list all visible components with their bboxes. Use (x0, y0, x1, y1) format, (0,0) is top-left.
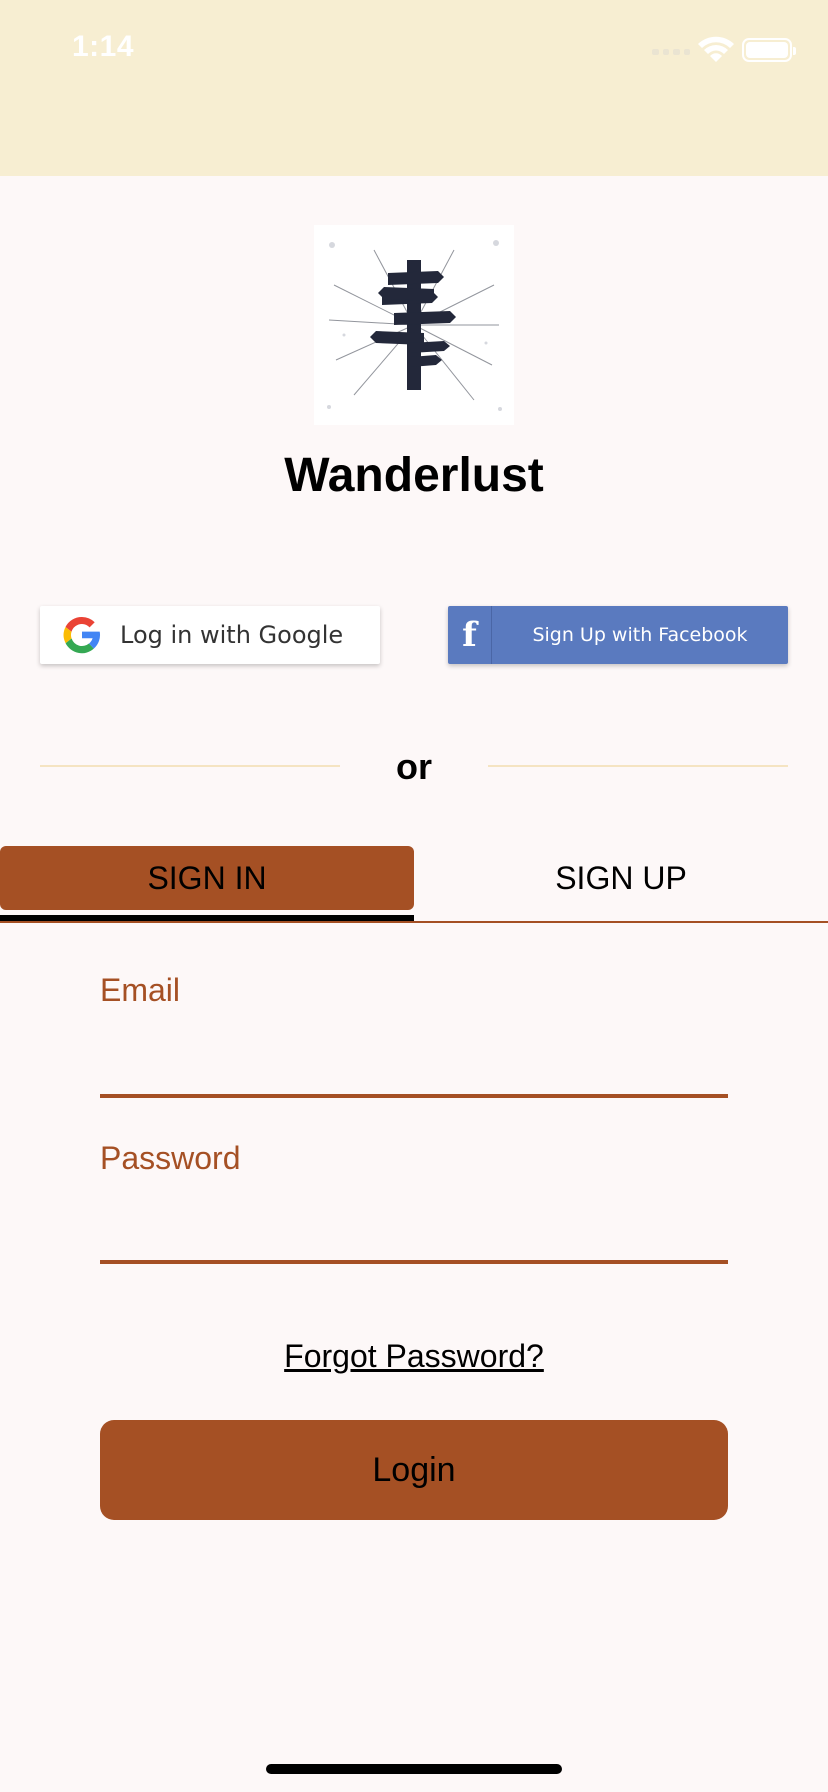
home-indicator (266, 1764, 562, 1774)
login-button[interactable]: Login (100, 1420, 728, 1520)
facebook-signup-button[interactable]: f Sign Up with Facebook (448, 606, 788, 664)
facebook-icon: f (448, 606, 492, 664)
google-icon (63, 616, 101, 654)
google-login-label: Log in with Google (120, 621, 344, 649)
wifi-icon (698, 36, 734, 62)
cellular-signal-icon (652, 47, 690, 55)
signpost-logo-icon (314, 225, 514, 425)
google-login-button[interactable]: Log in with Google (40, 606, 380, 664)
tab-sign-in[interactable]: SIGN IN (0, 846, 414, 910)
battery-icon (742, 38, 796, 62)
email-field[interactable] (100, 1042, 728, 1098)
or-divider-text: or (396, 746, 432, 787)
divider-right (488, 765, 788, 767)
app-title: Wanderlust (284, 449, 544, 502)
facebook-signup-label: Sign Up with Facebook (532, 624, 748, 646)
email-label: Email (100, 972, 181, 1008)
tab-bar-underline (0, 921, 828, 923)
tab-sign-up[interactable]: SIGN UP (414, 846, 828, 910)
password-field[interactable] (100, 1208, 728, 1264)
status-time: 1:14 (72, 30, 135, 63)
status-bar: 1:14 (0, 0, 828, 176)
forgot-password-link[interactable]: Forgot Password? (0, 1338, 828, 1375)
password-label: Password (100, 1140, 241, 1176)
